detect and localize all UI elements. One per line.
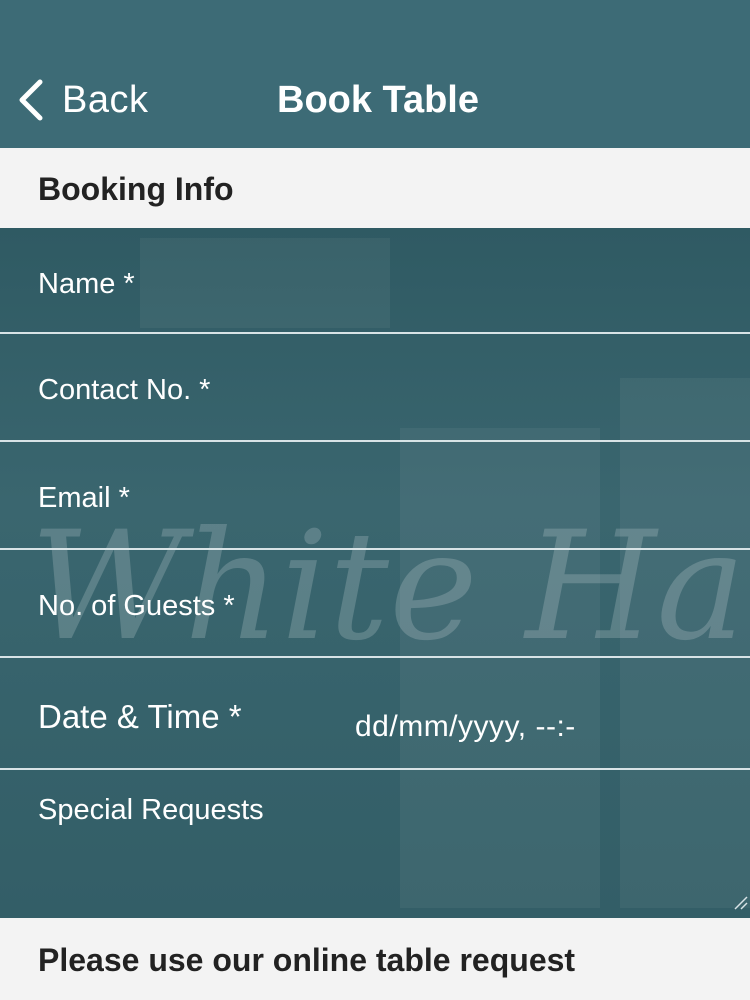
email-label: Email *: [38, 482, 130, 514]
date-time-input[interactable]: dd/mm/yyyy, --:-: [355, 710, 576, 744]
date-time-label: Date & Time *: [38, 698, 242, 735]
date-time-field[interactable]: Date & Time * dd/mm/yyyy, --:-: [0, 658, 750, 770]
contact-number-label: Contact No. *: [38, 374, 211, 406]
online-request-notice: Please use our online table request: [0, 918, 750, 1000]
email-field[interactable]: Email *: [0, 442, 750, 550]
name-field[interactable]: Name *: [0, 228, 750, 334]
name-label: Name *: [38, 268, 135, 300]
number-of-guests-field[interactable]: No. of Guests *: [0, 550, 750, 658]
page-title: Book Table: [277, 79, 479, 121]
resize-grip-icon[interactable]: [732, 894, 748, 910]
number-of-guests-label: No. of Guests *: [38, 590, 235, 622]
special-requests-label: Special Requests: [38, 794, 264, 826]
booking-form: White Hart Name * Contact No. * Email * …: [0, 228, 750, 918]
contact-number-field[interactable]: Contact No. *: [0, 334, 750, 442]
special-requests-field[interactable]: Special Requests: [0, 770, 750, 918]
navigation-bar: Back Book Table: [0, 0, 750, 148]
section-header-booking-info: Booking Info: [0, 148, 750, 228]
